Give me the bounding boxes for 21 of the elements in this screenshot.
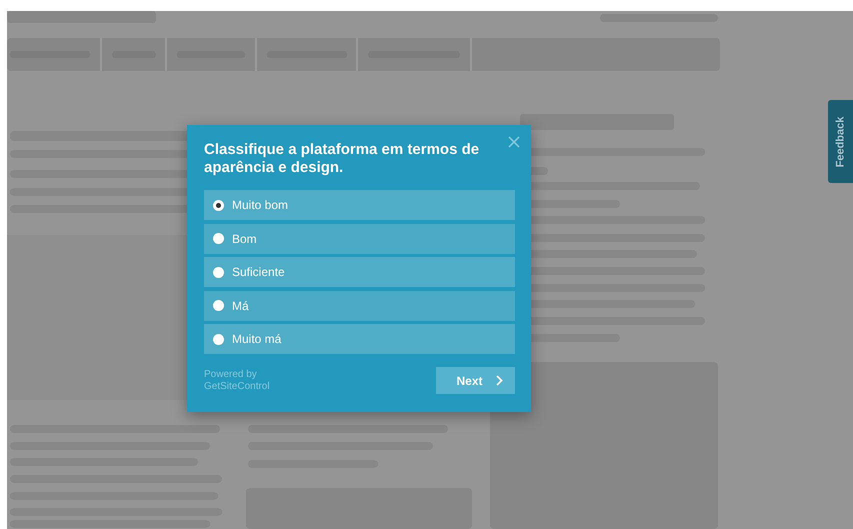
radio-button[interactable]	[213, 233, 224, 244]
next-button[interactable]: Next	[436, 367, 515, 394]
powered-by-text: Powered by GetSiteControl	[204, 369, 270, 393]
answer-option[interactable]: Má	[204, 290, 515, 320]
radio-button[interactable]	[213, 300, 224, 311]
option-label: Muito má	[232, 332, 282, 346]
option-label: Muito bom	[232, 198, 288, 212]
option-label: Bom	[232, 232, 257, 246]
answer-option[interactable]: Muito má	[204, 324, 515, 354]
option-label: Má	[232, 298, 249, 312]
radio-button[interactable]	[213, 200, 224, 210]
answer-option[interactable]: Bom	[204, 224, 515, 254]
answer-option[interactable]: Muito bom	[204, 190, 515, 220]
answer-option[interactable]: Suficiente	[204, 257, 515, 287]
survey-question: Classifique a plataforma em termos de aparência e design.	[204, 141, 480, 177]
close-icon[interactable]	[508, 136, 520, 148]
chevron-right-icon	[496, 375, 502, 386]
feedback-tab[interactable]: Feedback	[828, 100, 853, 183]
radio-button[interactable]	[213, 266, 224, 278]
option-label: Suficiente	[232, 265, 285, 279]
radio-button[interactable]	[213, 334, 224, 344]
